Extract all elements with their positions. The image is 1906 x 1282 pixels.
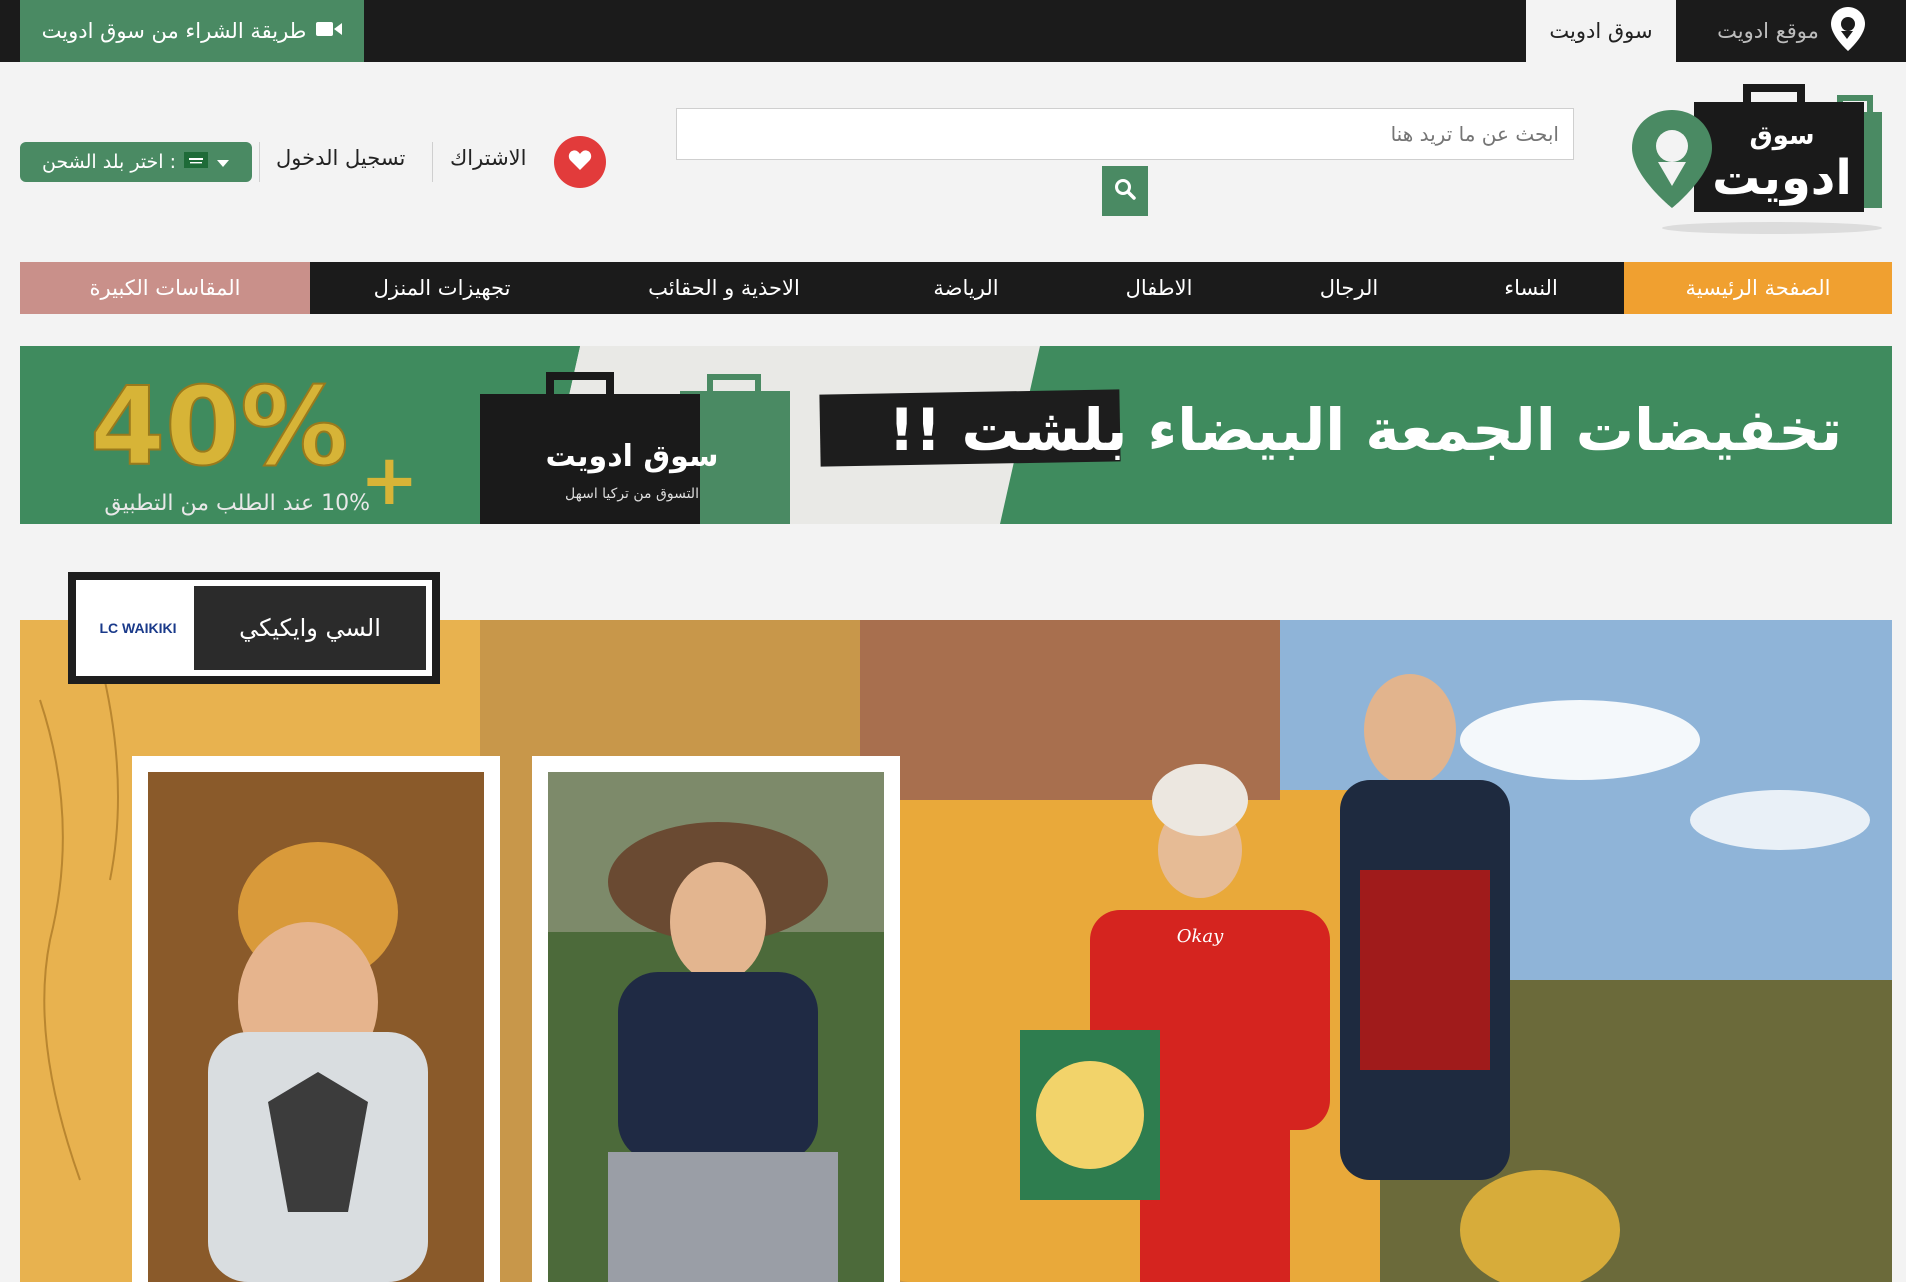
nav-item-label: النساء <box>1504 276 1558 300</box>
nav-item-kids[interactable]: الاطفال <box>1058 262 1260 314</box>
promo-headline: تخفيضات الجمعة البيضاء بلشت !! <box>888 396 1842 464</box>
subscribe-link[interactable]: الاشتراك <box>450 146 526 170</box>
search-box <box>676 108 1574 160</box>
location-pin-icon <box>1830 6 1865 56</box>
nav-item-label: تجهيزات المنزل <box>373 276 511 300</box>
search-input[interactable] <box>691 109 1559 159</box>
nav-item-home-equipment[interactable]: تجهيزات المنزل <box>310 262 574 314</box>
lc-waikiki-logo: LC WAIKIKI <box>82 586 194 670</box>
promo-bag-brand: سوق ادويت <box>546 439 719 474</box>
brand-name: السي وايكيكي <box>194 586 426 670</box>
how-to-buy-button[interactable]: طريقة الشراء من سوق ادويت <box>20 0 364 62</box>
nav-item-sports[interactable]: الرياضة <box>874 262 1058 314</box>
logo-line2: ادويت <box>1712 150 1852 206</box>
kid-photo <box>148 772 484 1282</box>
top-bar: طريقة الشراء من سوق ادويت سوق ادويت موقع… <box>0 0 1906 62</box>
shipping-country-label: اختر بلد الشحن : <box>41 151 177 173</box>
brand-tag-inner: LC WAIKIKI السي وايكيكي <box>82 586 426 670</box>
nav-item-label: الصفحة الرئيسية <box>1685 276 1831 300</box>
favorites-button[interactable] <box>554 136 606 188</box>
tab-souq-adwitt[interactable]: سوق ادويت <box>1526 0 1676 62</box>
nav-item-women[interactable]: النساء <box>1438 262 1624 314</box>
nav-item-shoes-bags[interactable]: الاحذية و الحقائب <box>574 262 874 314</box>
chevron-down-icon <box>216 151 230 173</box>
woman-photo <box>548 772 884 1282</box>
site-logo[interactable]: سوق ادويت <box>1632 82 1888 234</box>
search-button[interactable] <box>1102 166 1148 216</box>
brand-tag[interactable]: LC WAIKIKI السي وايكيكي <box>68 572 440 684</box>
nav-item-label: الاطفال <box>1125 276 1193 300</box>
main-nav: المقاسات الكبيرة تجهيزات المنزل الاحذية … <box>20 262 1892 314</box>
hero-photo-card-kid[interactable] <box>132 756 500 1282</box>
how-to-buy-label: طريقة الشراء من سوق ادويت <box>41 19 307 43</box>
tab-souq-label: سوق ادويت <box>1549 19 1653 43</box>
hero-photo-card-woman[interactable] <box>532 756 900 1282</box>
nav-item-label: الاحذية و الحقائب <box>648 276 800 300</box>
shipping-country-select[interactable]: اختر بلد الشحن : <box>20 142 252 182</box>
promo-discount: 40% <box>90 365 349 490</box>
search-icon <box>1114 178 1136 204</box>
nav-item-plus-sizes[interactable]: المقاسات الكبيرة <box>20 262 310 314</box>
tab-site-label: موقع ادويت <box>1717 19 1819 43</box>
saudi-flag-icon <box>184 151 209 173</box>
header-divider <box>432 142 433 182</box>
nav-item-men[interactable]: الرجال <box>1260 262 1438 314</box>
promo-app-offer: 10% عند الطلب من التطبيق <box>104 491 370 516</box>
promo-bag-tagline: التسوق من تركيا اسهل <box>565 486 699 502</box>
header-divider <box>259 142 260 182</box>
login-link[interactable]: تسجيل الدخول <box>276 146 405 170</box>
hero-shirt-text: Okay <box>1177 926 1224 947</box>
heart-icon <box>568 149 592 175</box>
logo-line1: سوق <box>1749 121 1814 151</box>
tab-adwitt-site[interactable]: موقع ادويت <box>1676 0 1906 62</box>
nav-item-label: الرياضة <box>933 276 999 300</box>
nav-item-label: الرجال <box>1319 276 1379 300</box>
promo-banner[interactable]: تخفيضات الجمعة البيضاء بلشت !! سوق ادويت… <box>20 346 1892 524</box>
brand-logo-text: LC WAIKIKI <box>100 620 177 636</box>
nav-item-home[interactable]: الصفحة الرئيسية <box>1624 262 1892 314</box>
video-camera-icon <box>316 19 343 43</box>
nav-item-label: المقاسات الكبيرة <box>89 276 241 300</box>
